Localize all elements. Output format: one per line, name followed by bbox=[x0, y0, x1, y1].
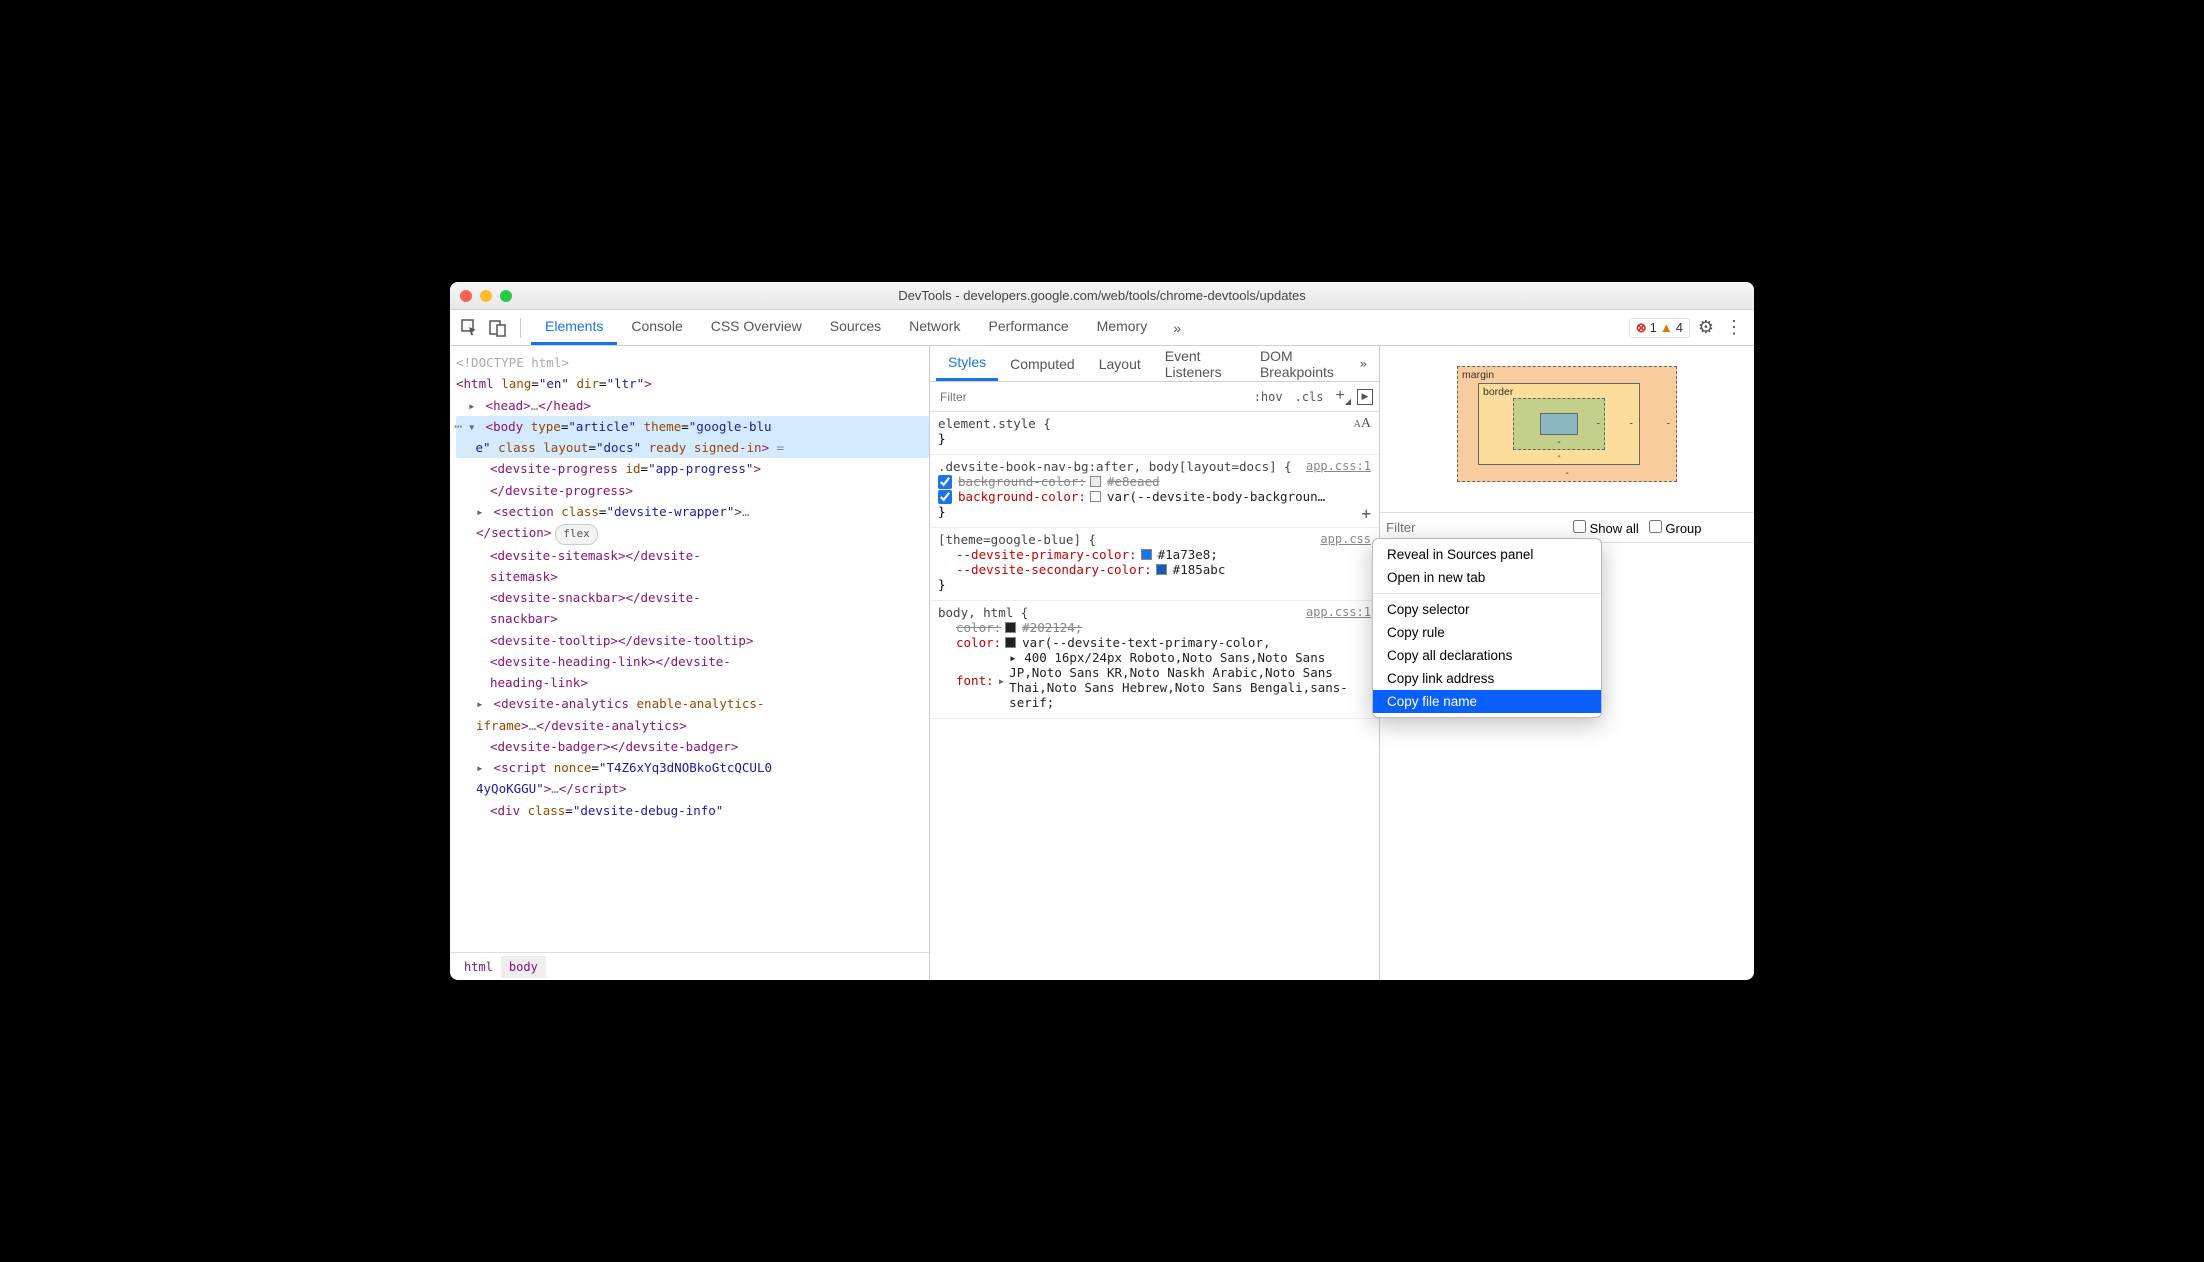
color-swatch-icon[interactable] bbox=[1005, 637, 1016, 648]
main-tab-memory[interactable]: Memory bbox=[1083, 310, 1162, 345]
style-rule[interactable]: .devsite-book-nav-bg:after, body[layout=… bbox=[930, 455, 1379, 528]
main-tab-elements[interactable]: Elements bbox=[531, 310, 617, 345]
dom-breadcrumb: html body bbox=[450, 952, 929, 980]
context-menu-item-open-in-new-tab[interactable]: Open in new tab bbox=[1373, 566, 1601, 589]
styles-filter-row: :hov .cls +◢ ▶ bbox=[930, 382, 1379, 412]
cls-toggle[interactable]: .cls bbox=[1289, 390, 1330, 404]
collapse-arrow-icon[interactable] bbox=[468, 416, 478, 437]
styles-body[interactable]: element.style {AA}.devsite-book-nav-bg:a… bbox=[930, 412, 1379, 980]
color-swatch-icon[interactable] bbox=[1156, 564, 1167, 575]
style-property[interactable]: --devsite-primary-color: #1a73e8; bbox=[938, 547, 1371, 562]
style-rule[interactable]: body, html {app.css:1color: #202124;colo… bbox=[930, 601, 1379, 719]
main-tab-css-overview[interactable]: CSS Overview bbox=[697, 310, 816, 345]
main-tab-sources[interactable]: Sources bbox=[816, 310, 895, 345]
expand-arrow-icon[interactable] bbox=[468, 395, 478, 416]
context-menu: Reveal in Sources panelOpen in new tab Co… bbox=[1372, 538, 1602, 718]
color-swatch-icon[interactable] bbox=[1090, 491, 1101, 502]
more-tabs-icon[interactable]: » bbox=[1165, 320, 1189, 336]
error-icon: ⊗ bbox=[1636, 320, 1647, 336]
new-style-rule-button[interactable]: +◢ bbox=[1330, 387, 1358, 406]
traffic-lights bbox=[450, 290, 512, 302]
settings-gear-icon[interactable]: ⚙ bbox=[1694, 316, 1718, 340]
minimize-window-button[interactable] bbox=[480, 290, 492, 302]
error-warning-badge[interactable]: ⊗1 ▲4 bbox=[1629, 318, 1690, 338]
styles-tabs: StylesComputedLayoutEvent ListenersDOM B… bbox=[930, 346, 1379, 382]
window-title: DevTools - developers.google.com/web/too… bbox=[898, 288, 1306, 303]
more-tabs-icon[interactable]: » bbox=[1353, 356, 1373, 371]
add-property-button[interactable]: + bbox=[1361, 504, 1371, 523]
hov-toggle[interactable]: :hov bbox=[1248, 390, 1289, 404]
expand-arrow-icon[interactable] bbox=[476, 693, 486, 714]
source-link[interactable]: app.css bbox=[1320, 532, 1371, 546]
style-property[interactable]: color: var(--devsite-text-primary-color, bbox=[938, 635, 1371, 650]
property-checkbox[interactable] bbox=[938, 490, 952, 504]
color-swatch-icon[interactable] bbox=[1090, 476, 1101, 487]
context-menu-item-copy-rule[interactable]: Copy rule bbox=[1373, 621, 1601, 644]
property-checkbox[interactable] bbox=[938, 475, 952, 489]
toggle-print-icon[interactable]: ▶ bbox=[1357, 389, 1373, 405]
main-toolbar: ElementsConsoleCSS OverviewSourcesNetwor… bbox=[450, 310, 1754, 346]
style-rule[interactable]: [theme=google-blue] {app.css--devsite-pr… bbox=[930, 528, 1379, 601]
flex-pill[interactable]: flex bbox=[555, 524, 598, 545]
styles-tab-styles[interactable]: Styles bbox=[936, 346, 998, 381]
main-tab-network[interactable]: Network bbox=[895, 310, 974, 345]
show-all-checkbox[interactable]: Show all bbox=[1573, 520, 1639, 536]
styles-filter-input[interactable] bbox=[936, 388, 1248, 406]
context-menu-item-copy-selector[interactable]: Copy selector bbox=[1373, 598, 1601, 621]
context-menu-item-copy-link-address[interactable]: Copy link address bbox=[1373, 667, 1601, 690]
font-editor-icon[interactable]: AA bbox=[1354, 416, 1371, 432]
ellipsis-gutter-icon[interactable]: ⋯ bbox=[454, 416, 462, 440]
expand-arrow-icon[interactable] bbox=[476, 757, 486, 778]
zoom-window-button[interactable] bbox=[500, 290, 512, 302]
style-rule[interactable]: element.style {AA} bbox=[930, 412, 1379, 455]
color-swatch-icon[interactable] bbox=[1005, 622, 1016, 633]
breadcrumb-body[interactable]: body bbox=[501, 956, 546, 978]
style-property[interactable]: --devsite-secondary-color: #185abc bbox=[938, 562, 1371, 577]
devtools-window: DevTools - developers.google.com/web/too… bbox=[450, 282, 1754, 980]
main-tab-performance[interactable]: Performance bbox=[974, 310, 1082, 345]
computed-filter-input[interactable] bbox=[1386, 520, 1563, 535]
styles-tab-computed[interactable]: Computed bbox=[998, 348, 1087, 380]
color-swatch-icon[interactable] bbox=[1141, 549, 1152, 560]
context-menu-item-reveal-in-sources-panel[interactable]: Reveal in Sources panel bbox=[1373, 543, 1601, 566]
inspect-element-icon[interactable] bbox=[458, 316, 482, 340]
main-tab-console[interactable]: Console bbox=[617, 310, 696, 345]
styles-pane: StylesComputedLayoutEvent ListenersDOM B… bbox=[930, 346, 1380, 980]
warning-icon: ▲ bbox=[1660, 320, 1673, 335]
close-window-button[interactable] bbox=[460, 290, 472, 302]
style-property[interactable]: background-color: #e8eaed bbox=[938, 474, 1371, 489]
style-property[interactable]: color: #202124; bbox=[938, 620, 1371, 635]
breadcrumb-html[interactable]: html bbox=[456, 956, 501, 978]
source-link[interactable]: app.css:1 bbox=[1306, 459, 1371, 473]
device-toolbar-icon[interactable] bbox=[486, 316, 510, 340]
styles-tab-layout[interactable]: Layout bbox=[1087, 348, 1153, 380]
style-property[interactable]: font: ▸ ▸ 400 16px/24px Roboto,Noto Sans… bbox=[938, 650, 1371, 710]
source-link[interactable]: app.css:1 bbox=[1306, 605, 1371, 619]
more-menu-icon[interactable]: ⋮ bbox=[1722, 316, 1746, 340]
style-property[interactable]: background-color: var(--devsite-body-bac… bbox=[938, 489, 1371, 504]
expand-arrow-icon[interactable] bbox=[476, 501, 486, 522]
titlebar: DevTools - developers.google.com/web/too… bbox=[450, 282, 1754, 310]
context-menu-item-copy-all-declarations[interactable]: Copy all declarations bbox=[1373, 644, 1601, 667]
box-model-diagram: margin - - border - - - - bbox=[1380, 346, 1754, 513]
group-checkbox[interactable]: Group bbox=[1649, 520, 1702, 536]
dom-tree[interactable]: <!DOCTYPE html> <html lang="en" dir="ltr… bbox=[450, 346, 929, 952]
context-menu-item-copy-file-name[interactable]: Copy file name bbox=[1373, 690, 1601, 713]
main-tabs: ElementsConsoleCSS OverviewSourcesNetwor… bbox=[531, 310, 1161, 345]
selected-dom-node[interactable]: ⋯ <body type="article" theme="google-blu… bbox=[456, 416, 929, 459]
elements-pane: <!DOCTYPE html> <html lang="en" dir="ltr… bbox=[450, 346, 930, 980]
